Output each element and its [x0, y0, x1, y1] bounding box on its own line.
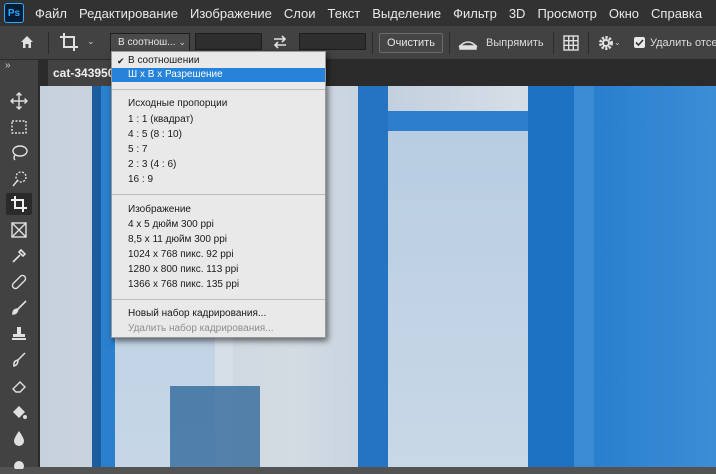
- collapse-panel-icon[interactable]: »: [5, 60, 11, 71]
- window-frame: [92, 86, 101, 467]
- window-frame: [388, 111, 528, 131]
- clone-stamp-tool-icon[interactable]: [6, 323, 32, 345]
- width-input[interactable]: [195, 33, 262, 50]
- ratio-dropdown-menu: ✔ В соотношении Ш x В x Разрешение Исход…: [111, 51, 326, 338]
- clear-button[interactable]: Очистить: [379, 33, 443, 53]
- home-icon[interactable]: [19, 34, 35, 53]
- menu-filter[interactable]: Фильтр: [453, 6, 497, 21]
- delete-cropped-checkbox[interactable]: [634, 37, 645, 48]
- brush-tool-icon[interactable]: [6, 297, 32, 319]
- menu-window[interactable]: Окно: [609, 6, 639, 21]
- lasso-tool-icon[interactable]: [6, 142, 32, 164]
- tools-panel: »: [0, 60, 40, 469]
- window-glass: [388, 131, 528, 467]
- crop-tool-icon[interactable]: [6, 193, 32, 215]
- eraser-tool-icon[interactable]: [6, 375, 32, 397]
- crop-tool-preset-icon[interactable]: [59, 32, 79, 55]
- ratio-select[interactable]: В соотнош... ⌄: [110, 33, 190, 52]
- delete-crop-preset-item: Удалить набор кадрирования...: [128, 323, 274, 334]
- photoshop-logo[interactable]: Ps: [4, 3, 24, 23]
- section-heading-original: Исходные пропорции: [128, 98, 228, 109]
- option-ratio[interactable]: ✔ В соотношении: [112, 54, 325, 68]
- grid-overlay-icon[interactable]: [562, 34, 580, 55]
- delete-cropped-label[interactable]: Удалить отсеч: [650, 37, 716, 49]
- chevron-down-icon[interactable]: ⌄: [614, 38, 621, 47]
- straighten-label[interactable]: Выпрямить: [486, 37, 544, 49]
- menu-file[interactable]: Файл: [35, 6, 67, 21]
- option-8-5x11-300[interactable]: 8,5 x 11 дюйм 300 ppi: [112, 233, 325, 247]
- window-frame: [574, 86, 594, 467]
- blur-tool-icon[interactable]: [6, 427, 32, 449]
- menu-view[interactable]: Просмотр: [537, 6, 596, 21]
- quick-selection-tool-icon[interactable]: [6, 168, 32, 190]
- move-tool-icon[interactable]: [6, 90, 32, 112]
- section-heading-image: Изображение: [128, 204, 191, 215]
- new-crop-preset-item[interactable]: Новый набор кадрирования...: [112, 307, 325, 321]
- option-16-9[interactable]: 16 : 9: [112, 173, 325, 187]
- menu-type[interactable]: Текст: [328, 6, 361, 21]
- option-1-1[interactable]: 1 : 1 (квадрат): [112, 113, 325, 127]
- menu-select[interactable]: Выделение: [372, 6, 441, 21]
- height-input[interactable]: [299, 33, 366, 50]
- gear-icon[interactable]: [597, 34, 615, 55]
- dodge-tool-icon[interactable]: [6, 452, 32, 474]
- option-5-7[interactable]: 5 : 7: [112, 143, 325, 157]
- window-frame: [170, 386, 260, 467]
- menu-image[interactable]: Изображение: [190, 6, 272, 21]
- option-4x5-300[interactable]: 4 x 5 дюйм 300 ppi: [112, 218, 325, 232]
- eyedropper-tool-icon[interactable]: [6, 245, 32, 267]
- history-brush-tool-icon[interactable]: [6, 349, 32, 371]
- option-label: Ш x В x Разрешение: [128, 69, 223, 80]
- option-1366x768-135[interactable]: 1366 x 768 пикс. 135 ppi: [112, 278, 325, 292]
- chevron-down-icon[interactable]: ⌄: [87, 36, 95, 47]
- menu-edit[interactable]: Редактирование: [79, 6, 178, 21]
- option-label: В соотношении: [128, 55, 200, 66]
- chevron-down-icon: ⌄: [178, 37, 186, 47]
- option-4-5[interactable]: 4 : 5 (8 : 10): [112, 128, 325, 142]
- paint-bucket-tool-icon[interactable]: [6, 401, 32, 423]
- window-frame: [594, 86, 716, 467]
- options-bar: ⌄ В соотнош... ⌄ Очистить Выпрямить ⌄ Уд…: [0, 26, 716, 60]
- straighten-icon[interactable]: [457, 35, 479, 54]
- option-2-3[interactable]: 2 : 3 (4 : 6): [112, 158, 325, 172]
- marquee-tool-icon[interactable]: [6, 116, 32, 138]
- menu-layers[interactable]: Слои: [284, 6, 316, 21]
- healing-brush-tool-icon[interactable]: [6, 271, 32, 293]
- frame-tool-icon[interactable]: [6, 219, 32, 241]
- option-1024x768-92[interactable]: 1024 x 768 пикс. 92 ppi: [112, 248, 325, 262]
- check-icon: ✔: [117, 56, 125, 66]
- window-frame: [528, 86, 574, 467]
- option-wxhxres[interactable]: Ш x В x Разрешение: [112, 68, 325, 82]
- menu-help[interactable]: Справка: [651, 6, 702, 21]
- menu-bar: Ps Файл Редактирование Изображение Слои …: [0, 0, 716, 26]
- ratio-select-value: В соотнош...: [118, 37, 176, 48]
- menu-3d[interactable]: 3D: [509, 6, 526, 21]
- window-frame: [358, 86, 388, 467]
- option-1280x800-113[interactable]: 1280 x 800 пикс. 113 ppi: [112, 263, 325, 277]
